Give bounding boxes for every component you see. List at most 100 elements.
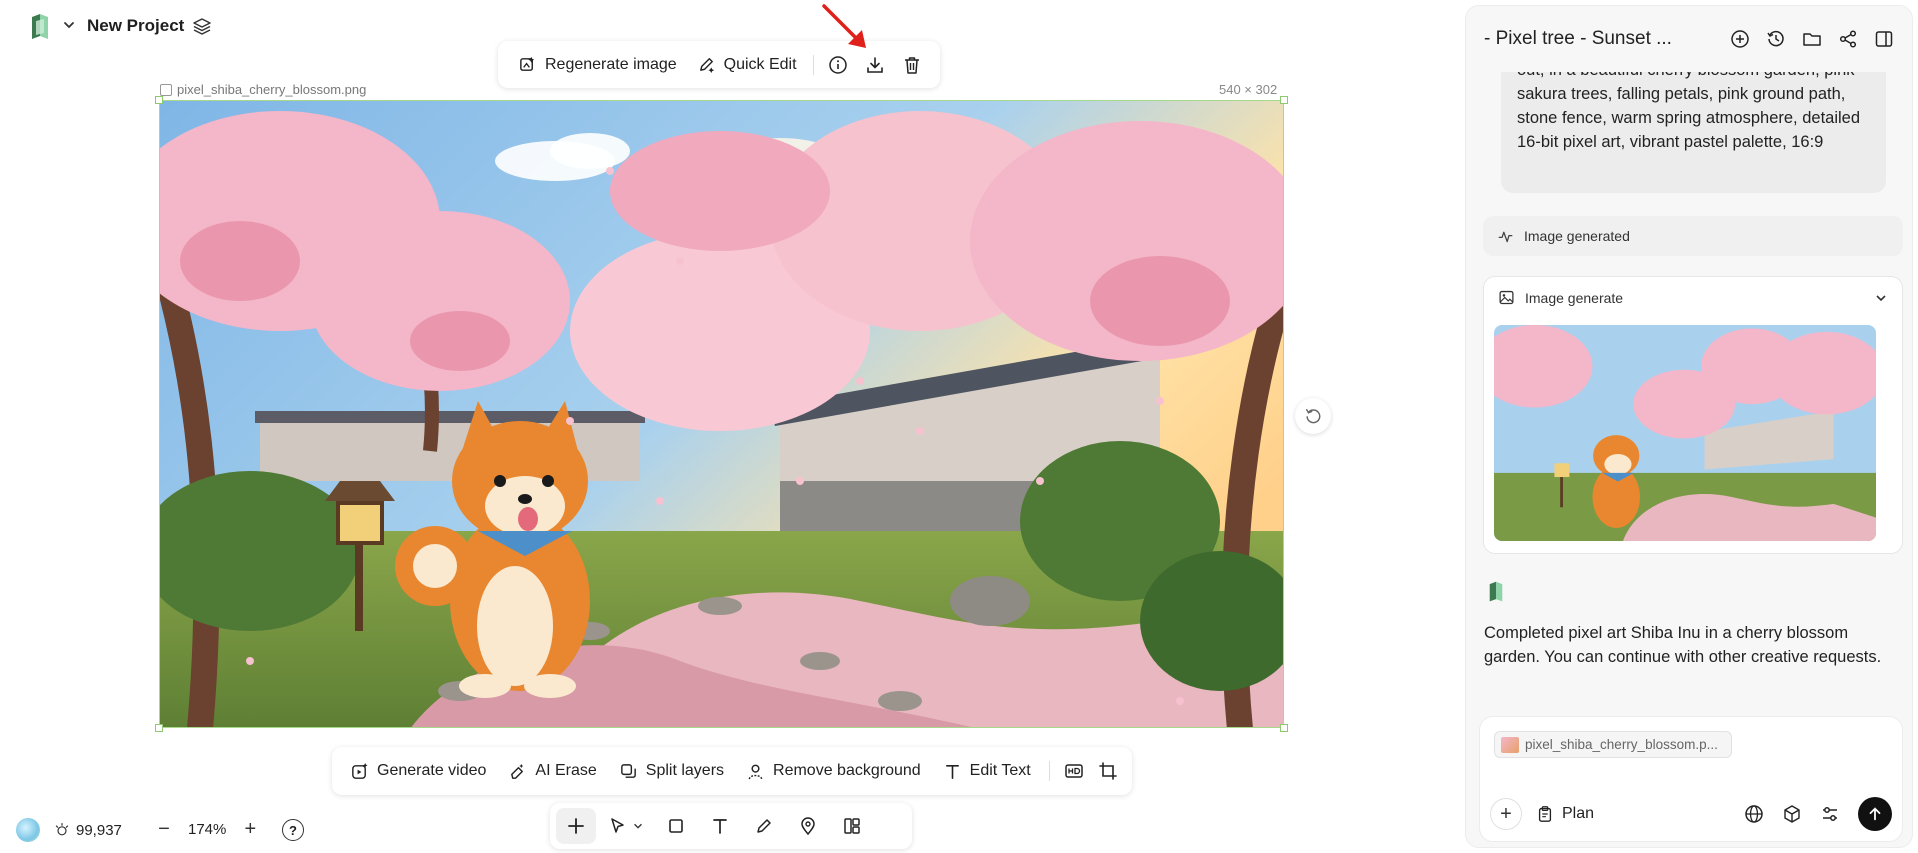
assistant-logo-icon xyxy=(1489,581,1503,602)
select-tool[interactable] xyxy=(600,808,652,844)
image-file-icon xyxy=(160,83,172,96)
person-cutout-icon xyxy=(748,764,763,779)
generate-video-label: Generate video xyxy=(377,762,487,779)
app-logo[interactable] xyxy=(30,13,50,41)
edit-text-label: Edit Text xyxy=(969,762,1031,779)
regenerate-image-button[interactable]: Regenerate image xyxy=(508,49,687,80)
globe-icon[interactable] xyxy=(1744,804,1764,824)
cube-icon[interactable] xyxy=(1782,804,1802,824)
resize-handle-bottom-left[interactable] xyxy=(155,724,163,732)
crop-button[interactable] xyxy=(1092,754,1124,788)
image-generate-card: Image generate xyxy=(1483,276,1903,554)
arrow-up-icon xyxy=(1869,807,1881,821)
generate-video-button[interactable]: Generate video xyxy=(340,756,496,787)
ai-erase-label: AI Erase xyxy=(535,762,597,779)
panel-header: - Pixel tree - Sunset ... xyxy=(1466,6,1912,72)
text-tool[interactable] xyxy=(700,808,740,844)
shiba-thumbnail-image xyxy=(1494,325,1876,541)
info-button[interactable] xyxy=(819,48,856,82)
rectangle-tool[interactable] xyxy=(656,808,696,844)
reset-view-button[interactable] xyxy=(1295,398,1331,434)
shiba-cherry-blossom-image xyxy=(160,101,1283,727)
image-dimensions: 540 × 302 xyxy=(1219,82,1278,97)
add-tool[interactable] xyxy=(556,808,596,844)
plan-button[interactable]: Plan xyxy=(1536,805,1594,823)
resize-handle-top-right[interactable] xyxy=(1280,96,1288,104)
red-pointer-arrow-icon xyxy=(822,4,866,48)
project-name[interactable]: New Project xyxy=(87,16,184,36)
new-chat-icon[interactable] xyxy=(1730,29,1750,49)
folder-icon[interactable] xyxy=(1802,29,1822,49)
text-t-icon xyxy=(945,764,959,779)
image-generate-card-header[interactable]: Image generate xyxy=(1484,277,1902,318)
square-icon xyxy=(669,819,683,833)
video-sparkle-icon xyxy=(352,762,368,779)
settings-sliders-icon[interactable] xyxy=(1820,804,1840,824)
crop-icon xyxy=(1099,762,1117,780)
text-t-icon xyxy=(713,819,727,834)
image-icon xyxy=(1499,290,1514,305)
share-icon[interactable] xyxy=(1838,29,1858,49)
canvas-tools-bar xyxy=(550,803,912,849)
history-icon[interactable] xyxy=(1766,29,1786,49)
toolbar-divider xyxy=(1048,761,1050,781)
image-generated-label: Image generated xyxy=(1524,228,1630,244)
resize-handle-top-left[interactable] xyxy=(155,96,163,104)
edit-text-button[interactable]: Edit Text xyxy=(933,756,1041,787)
pen-tool[interactable] xyxy=(744,808,784,844)
file-name-label: pixel_shiba_cherry_blossom.png xyxy=(160,82,366,97)
send-button[interactable] xyxy=(1858,797,1892,831)
pen-icon xyxy=(757,819,771,833)
file-name: pixel_shiba_cherry_blossom.png xyxy=(177,82,367,97)
project-menu-chevron-icon[interactable] xyxy=(62,18,76,32)
layout-tool[interactable] xyxy=(832,808,872,844)
hd-icon xyxy=(1064,764,1083,778)
attachment-name: pixel_shiba_cherry_blossom.p... xyxy=(1525,737,1718,752)
credits-indicator[interactable]: 99,937 xyxy=(16,818,122,842)
image-actions-toolbar: Generate video AI Erase Split layers Rem… xyxy=(332,747,1132,795)
attachment-thumbnail xyxy=(1501,736,1519,753)
marker-tool[interactable] xyxy=(788,808,828,844)
image-generate-title: Image generate xyxy=(1525,289,1624,306)
chevron-down-icon xyxy=(634,823,642,829)
plus-icon xyxy=(568,818,584,834)
resize-handle-bottom-right[interactable] xyxy=(1280,724,1288,732)
image-generated-status[interactable]: Image generated xyxy=(1483,216,1903,256)
plan-label: Plan xyxy=(1562,805,1595,822)
quick-edit-button[interactable]: Quick Edit xyxy=(687,49,807,80)
attachment-chip[interactable]: pixel_shiba_cherry_blossom.p... xyxy=(1494,731,1732,758)
layers-icon[interactable] xyxy=(192,16,212,36)
user-avatar[interactable] xyxy=(16,818,40,842)
generated-image-thumbnail[interactable] xyxy=(1494,325,1876,541)
add-attachment-button[interactable]: + xyxy=(1490,798,1522,830)
chat-panel: out, in a beautiful cherry blossom garde… xyxy=(1465,5,1913,848)
hd-upscale-button[interactable] xyxy=(1058,754,1090,788)
regenerate-image-label: Regenerate image xyxy=(545,55,677,73)
remove-background-button[interactable]: Remove background xyxy=(736,756,931,787)
ai-erase-button[interactable]: AI Erase xyxy=(498,756,606,787)
toggle-panel-icon[interactable] xyxy=(1874,29,1894,49)
info-icon xyxy=(829,55,847,74)
help-icon[interactable]: ? xyxy=(282,819,304,841)
clipboard-icon xyxy=(1538,806,1552,822)
activity-pulse-icon xyxy=(1498,231,1513,242)
message-composer[interactable]: pixel_shiba_cherry_blossom.p... + Plan xyxy=(1479,716,1903,842)
image-toolbar: Regenerate image Quick Edit xyxy=(498,41,940,88)
rotate-icon xyxy=(1305,408,1321,424)
quick-edit-label: Quick Edit xyxy=(723,55,797,73)
zoom-out-button[interactable]: − xyxy=(150,815,178,843)
split-layers-label: Split layers xyxy=(645,762,725,779)
cursor-arrow-icon xyxy=(611,818,624,833)
chevron-down-icon[interactable] xyxy=(1874,291,1888,305)
trash-icon xyxy=(904,56,919,74)
assistant-reply: Completed pixel art Shiba Inu in a cherr… xyxy=(1484,624,1882,666)
zoom-level[interactable]: 174% xyxy=(188,821,226,838)
credits-icon xyxy=(55,823,69,836)
conversation-title[interactable]: - Pixel tree - Sunset ... xyxy=(1484,28,1674,50)
delete-button[interactable] xyxy=(893,48,930,82)
zoom-in-button[interactable]: + xyxy=(236,815,264,843)
download-button[interactable] xyxy=(856,48,893,82)
pencil-sparkle-icon xyxy=(699,58,714,74)
canvas-image[interactable] xyxy=(159,100,1284,728)
split-layers-button[interactable]: Split layers xyxy=(609,756,734,787)
